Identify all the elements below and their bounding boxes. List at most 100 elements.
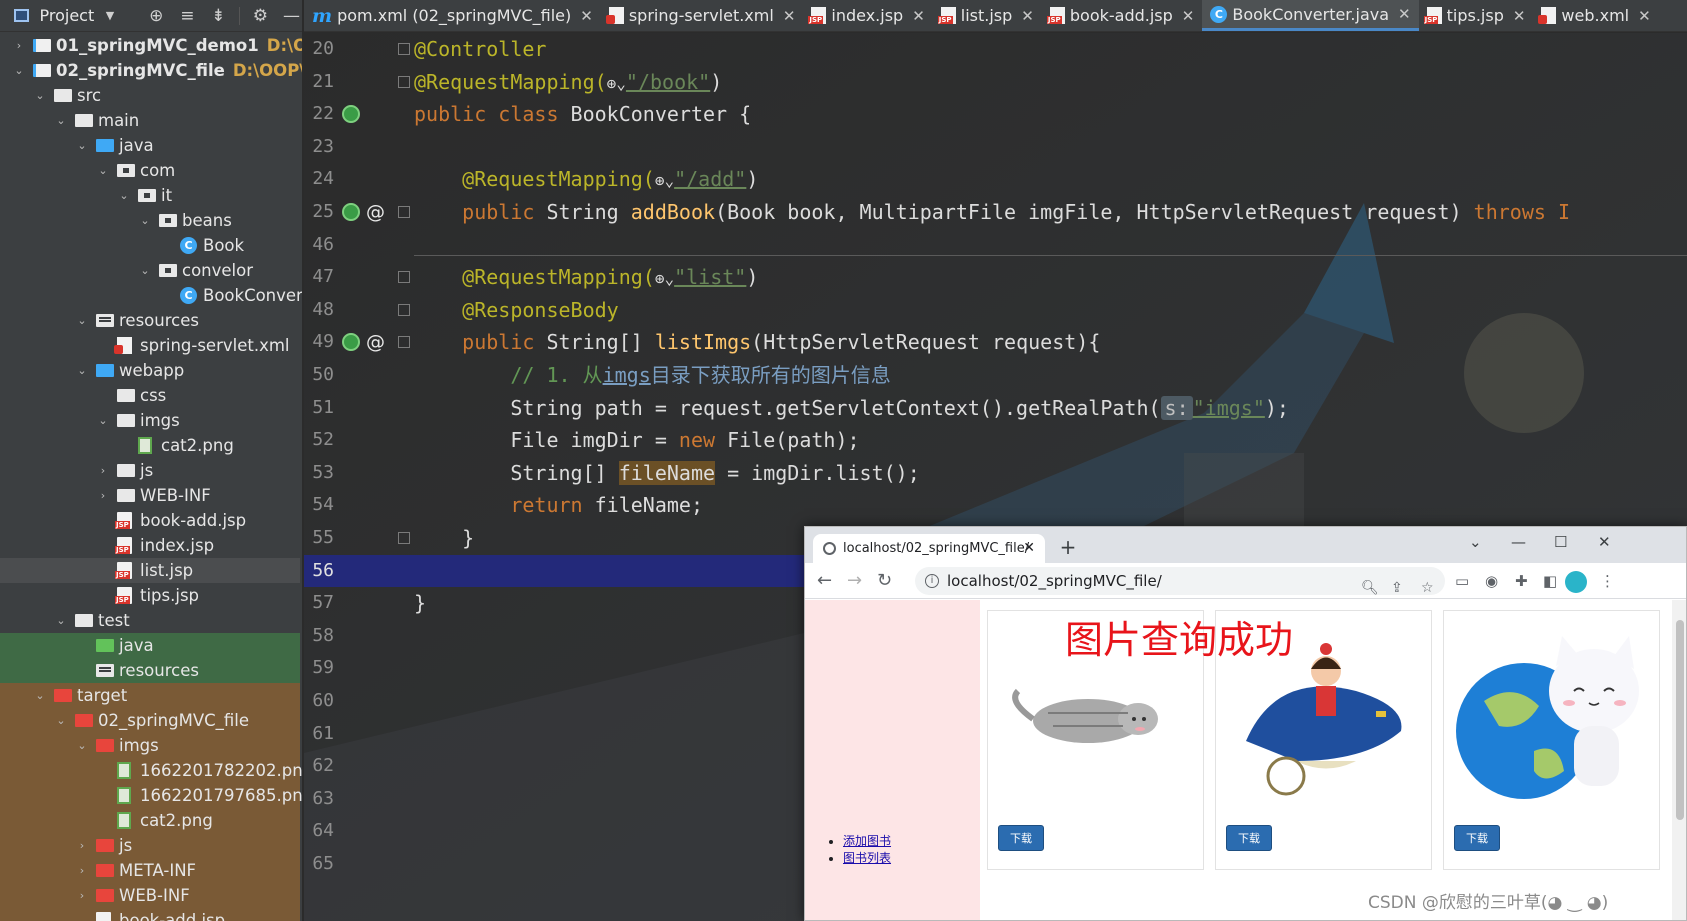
chevron-down-icon[interactable]: ⌄ — [138, 208, 152, 233]
cast-icon[interactable]: ▭ — [1455, 572, 1469, 590]
code-line[interactable]: 23 — [304, 131, 1687, 163]
close-icon[interactable]: ✕ — [912, 7, 925, 25]
tree-item[interactable]: ⌄ resources — [0, 308, 300, 333]
fold-marker-icon[interactable] — [398, 336, 410, 349]
info-icon[interactable]: i — [925, 574, 939, 588]
editor-tab[interactable]: tips.jsp ✕ — [1419, 0, 1534, 31]
code-line[interactable]: 47 @RequestMapping(⊕⌄"list") — [304, 261, 1687, 293]
editor-tab[interactable]: web.xml ✕ — [1533, 0, 1658, 31]
code-line[interactable]: 46 — [304, 229, 1687, 261]
tree-item[interactable]: tips.jsp — [0, 583, 300, 608]
code-line[interactable]: 50 // 1. 从imgs目录下获取所有的图片信息 — [304, 359, 1687, 391]
tree-item[interactable]: book-add.jsp — [0, 908, 300, 921]
tree-item[interactable]: cat2.png — [0, 808, 300, 833]
chevron-down-icon[interactable]: ⌄ — [75, 733, 89, 758]
editor-tab[interactable]: m pom.xml (02_springMVC_file) ✕ — [304, 0, 601, 31]
fold-marker-icon[interactable] — [398, 271, 410, 284]
chevron-down-icon[interactable]: ⌄ — [96, 158, 110, 183]
tree-item[interactable]: ⌄ src — [0, 83, 300, 108]
chevron-down-icon[interactable]: ⌄ — [75, 308, 89, 333]
tree-item[interactable]: › WEB-INF — [0, 483, 300, 508]
chevron-right-icon[interactable]: › — [75, 883, 89, 908]
tree-item[interactable]: ⌄ 02_springMVC_file — [0, 708, 300, 733]
side-panel-icon[interactable]: ◧ — [1543, 572, 1557, 590]
fold-marker-icon[interactable] — [398, 303, 410, 316]
tree-item[interactable]: list.jsp — [0, 558, 300, 583]
puzzle-icon[interactable]: ✚ — [1515, 572, 1528, 590]
tree-item[interactable]: ⌄ 02_springMVC_file D:\OOP\java\ — [0, 58, 302, 83]
close-icon[interactable]: ✕ — [1398, 5, 1411, 23]
editor-tab[interactable]: C BookConverter.java ✕ — [1202, 0, 1419, 31]
tree-item[interactable]: ⌄ beans — [0, 208, 300, 233]
url-globe-icon[interactable]: ⊕⌄ — [655, 269, 674, 288]
tab-search-icon[interactable]: ⌄ — [1469, 533, 1482, 551]
chevron-down-icon[interactable]: ⌄ — [75, 358, 89, 383]
bookmark-star-icon[interactable]: ☆ — [1421, 574, 1434, 602]
address-bar[interactable]: i localhost/02_springMVC_file/ 🔍︎ ⇪ ☆ — [915, 567, 1445, 596]
tree-item[interactable]: ⌄ webapp — [0, 358, 300, 383]
download-button[interactable]: 下载 — [1226, 825, 1272, 851]
code-line[interactable]: 49 @ public String[] listImgs(HttpServlet… — [304, 326, 1687, 358]
download-button[interactable]: 下载 — [998, 825, 1044, 851]
chevron-down-icon[interactable]: ⌄ — [54, 108, 68, 133]
avatar[interactable] — [1565, 571, 1587, 593]
zoom-icon[interactable]: 🔍︎ — [1361, 574, 1379, 602]
forward-icon[interactable]: → — [847, 570, 862, 591]
tree-item[interactable]: 1662201797685.png — [0, 783, 302, 808]
chevron-down-icon[interactable]: ⌄ — [54, 708, 68, 733]
chevron-down-icon[interactable]: ⌄ — [96, 408, 110, 433]
expand-all-icon[interactable]: ≡ — [177, 6, 198, 26]
url-globe-icon[interactable]: ⊕⌄ — [655, 171, 674, 190]
download-button[interactable]: 下载 — [1454, 825, 1500, 851]
code-line[interactable]: 51 String path = request.getServletConte… — [304, 392, 1687, 424]
tree-item[interactable]: spring-servlet.xml — [0, 333, 300, 358]
gear-icon[interactable]: ⚙ — [250, 6, 271, 26]
tree-item[interactable]: ⌄ convelor — [0, 258, 300, 283]
editor-tab[interactable]: index.jsp ✕ — [803, 0, 932, 31]
chevron-right-icon[interactable]: › — [75, 858, 89, 883]
chevron-down-icon[interactable]: ⌄ — [12, 58, 26, 83]
close-window-icon[interactable]: ✕ — [1598, 533, 1611, 551]
tree-item[interactable]: C BookConver — [0, 283, 302, 308]
tree-item[interactable]: › js — [0, 833, 300, 858]
minimize-icon[interactable]: — — [1511, 533, 1526, 551]
code-line[interactable]: 24 @RequestMapping(⊕⌄"/add") — [304, 163, 1687, 195]
scrollbar-thumb[interactable] — [1676, 620, 1684, 820]
project-view-selector[interactable]: Project — [39, 6, 94, 25]
code-line[interactable]: 54 return fileName; — [304, 489, 1687, 521]
locate-file-icon[interactable]: ⊕ — [146, 6, 167, 26]
reload-icon[interactable]: ↻ — [877, 570, 892, 591]
spring-bean-gutter-icon[interactable] — [342, 333, 360, 352]
chevron-right-icon[interactable]: › — [12, 33, 26, 58]
code-line[interactable]: 21 @RequestMapping(⊕⌄"/book") — [304, 66, 1687, 98]
spring-bean-gutter-icon[interactable] — [342, 105, 360, 124]
close-icon[interactable]: ✕ — [1513, 7, 1526, 25]
tree-item[interactable]: ⌄ imgs — [0, 733, 300, 758]
page-scrollbar[interactable] — [1672, 600, 1686, 920]
chevron-down-icon[interactable]: ⌄ — [75, 133, 89, 158]
tree-item[interactable]: ⌄ imgs — [0, 408, 300, 433]
code-line[interactable]: 52 File imgDir = new File(path); — [304, 424, 1687, 456]
close-icon[interactable]: ✕ — [1021, 7, 1034, 25]
editor-tab[interactable]: spring-servlet.xml ✕ — [601, 0, 804, 31]
tree-item[interactable]: resources — [0, 658, 300, 683]
url-globe-icon[interactable]: ⊕⌄ — [607, 74, 626, 93]
tree-item[interactable]: › WEB-INF — [0, 883, 300, 908]
kebab-menu-icon[interactable]: ⋮ — [1600, 572, 1615, 590]
code-line[interactable]: 48 @ResponseBody — [304, 294, 1687, 326]
tree-item[interactable]: ⌄ java — [0, 133, 300, 158]
tree-item[interactable]: cat2.png — [0, 433, 300, 458]
close-tab-icon[interactable]: ✕ — [1023, 534, 1035, 563]
tree-item[interactable]: css — [0, 383, 300, 408]
editor-tab[interactable]: list.jsp ✕ — [933, 0, 1042, 31]
maximize-icon[interactable]: ☐ — [1554, 533, 1567, 551]
close-icon[interactable]: ✕ — [580, 7, 593, 25]
code-line[interactable]: 25 @ public String addBook(Book book, Mul… — [304, 196, 1687, 228]
tree-item[interactable]: ⌄ main — [0, 108, 300, 133]
tree-item[interactable]: book-add.jsp — [0, 508, 300, 533]
request-mapping-gutter-icon[interactable]: @ — [366, 326, 385, 358]
chevron-down-icon[interactable]: ⌄ — [54, 608, 68, 633]
fold-marker-icon[interactable] — [398, 206, 410, 218]
chevron-down-icon[interactable]: ⌄ — [117, 183, 131, 208]
add-book-link[interactable]: 添加图书 — [843, 834, 891, 848]
